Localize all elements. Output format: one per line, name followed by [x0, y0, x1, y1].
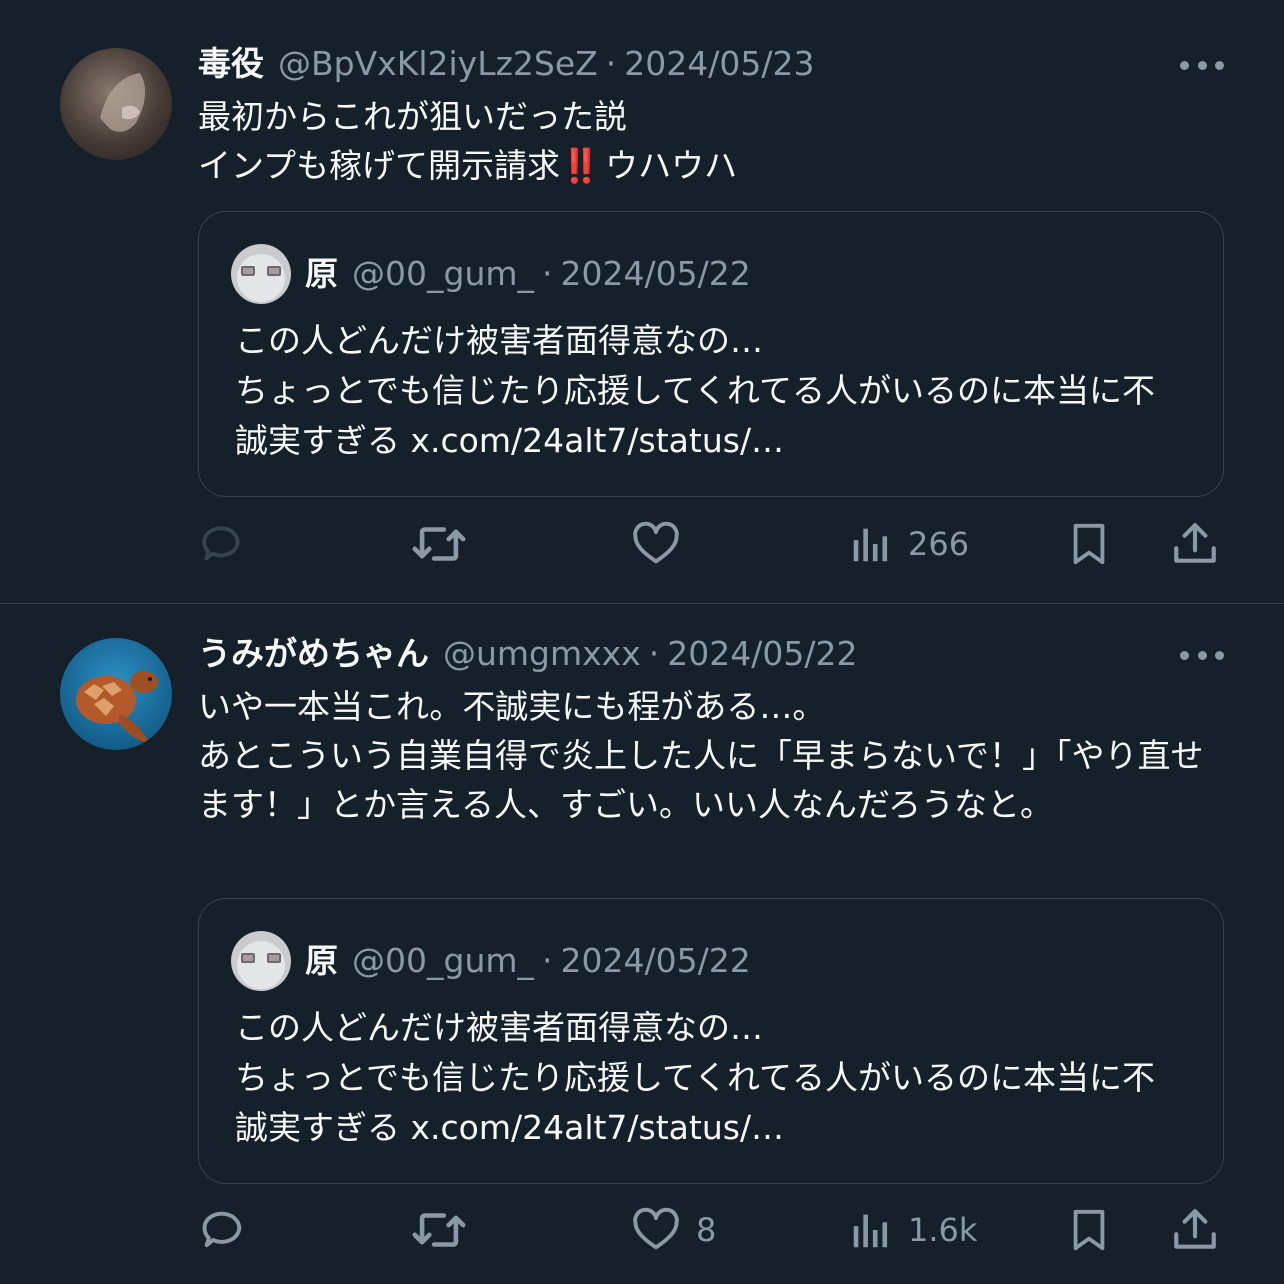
action-bar: 266: [0, 514, 1284, 574]
tweet-text: 最初からこれが狙いだった説 インプも稼げて開示請求‼️ ウハウハ: [198, 92, 1224, 190]
tweet-header: うみがめちゃん @umgmxxx · 2024/05/22: [198, 634, 1164, 674]
reply-button[interactable]: [198, 514, 248, 574]
separator: ·: [648, 634, 660, 673]
quoted-header: 原 @00_gum_ · 2024/05/22: [305, 254, 1203, 294]
quoted-avatar: [231, 244, 291, 304]
tweet-line: インプも稼げて開示請求‼️ ウハウハ: [198, 146, 738, 185]
quoted-tweet[interactable]: 原 @00_gum_ · 2024/05/22 この人どんだけ被害者面得意なの……: [198, 211, 1224, 497]
author-name[interactable]: うみがめちゃん: [198, 634, 429, 674]
author-name[interactable]: 毒役: [198, 44, 264, 84]
tweet-text: いや一本当これ。不誠実にも程がある…。 あとこういう自業自得で炎上した人に「早ま…: [198, 687, 1204, 824]
views-count: 1.6k: [908, 1211, 978, 1249]
quoted-tweet[interactable]: 原 @00_gum_ · 2024/05/22 この人どんだけ被害者面得意なの……: [198, 898, 1224, 1184]
avatar[interactable]: [60, 638, 172, 750]
double-exclamation-icon: ‼️: [560, 146, 601, 185]
avatar[interactable]: [60, 48, 172, 160]
reply-icon: [202, 526, 240, 561]
bookmark-button[interactable]: [1066, 514, 1112, 574]
views-button[interactable]: 266: [848, 514, 969, 574]
like-icon: [633, 521, 679, 564]
views-button[interactable]: 1.6k: [848, 1200, 977, 1260]
reply-button[interactable]: [198, 1200, 250, 1260]
views-count: 266: [908, 525, 970, 563]
quoted-date: 2024/05/22: [560, 941, 751, 980]
author-handle[interactable]: @BpVxKl2iyLz2SeZ: [278, 44, 598, 84]
like-button[interactable]: [630, 514, 696, 574]
share-button[interactable]: [1170, 514, 1220, 574]
separator: ·: [542, 254, 553, 293]
share-button[interactable]: [1170, 1200, 1220, 1260]
retweet-icon: [412, 527, 466, 561]
tweet-date[interactable]: 2024/05/23: [624, 44, 814, 84]
like-button[interactable]: 8: [630, 1200, 716, 1260]
author-handle[interactable]: @umgmxxx: [443, 634, 641, 674]
bookmark-button[interactable]: [1066, 1200, 1112, 1260]
views-icon: [853, 1214, 888, 1248]
retweet-icon: [412, 1213, 466, 1247]
reply-icon: [202, 1211, 242, 1248]
more-icon[interactable]: [1180, 640, 1224, 670]
quoted-header: 原 @00_gum_ · 2024/05/22: [305, 941, 1203, 981]
tweet-2[interactable]: うみがめちゃん @umgmxxx · 2024/05/22 いや一本当これ。不誠…: [0, 605, 1284, 1284]
quoted-date: 2024/05/22: [560, 254, 751, 293]
retweet-button[interactable]: [410, 514, 468, 574]
more-icon[interactable]: [1180, 50, 1224, 80]
tweet-line: 最初からこれが狙いだった説: [198, 97, 627, 136]
share-icon: [1174, 1209, 1216, 1249]
views-icon: [853, 528, 888, 562]
quoted-author-handle: @00_gum_: [352, 941, 534, 980]
like-count: 8: [696, 1211, 717, 1249]
like-icon: [633, 1207, 679, 1250]
quoted-author-handle: @00_gum_: [352, 254, 534, 293]
separator: ·: [605, 44, 617, 83]
tweet-date[interactable]: 2024/05/22: [667, 634, 857, 674]
quoted-author-name: 原: [305, 941, 338, 980]
separator: ·: [542, 941, 553, 980]
tweet-1[interactable]: 毒役 @BpVxKl2iyLz2SeZ · 2024/05/23 最初からこれが…: [0, 0, 1284, 604]
action-bar: 8 1.6k: [0, 1200, 1284, 1260]
quoted-text: この人どんだけ被害者面得意なの… ちょっとでも信じたり応援してくれてる人がいるの…: [235, 321, 1156, 460]
share-icon: [1174, 523, 1216, 563]
retweet-button[interactable]: [410, 1200, 468, 1260]
tweet-header: 毒役 @BpVxKl2iyLz2SeZ · 2024/05/23: [198, 44, 1164, 84]
quoted-author-name: 原: [305, 254, 338, 293]
bookmark-icon: [1073, 1209, 1105, 1251]
quoted-avatar: [231, 931, 291, 991]
bookmark-icon: [1073, 523, 1105, 565]
quoted-text: この人どんだけ被害者面得意なの… ちょっとでも信じたり応援してくれてる人がいるの…: [235, 1008, 1156, 1147]
